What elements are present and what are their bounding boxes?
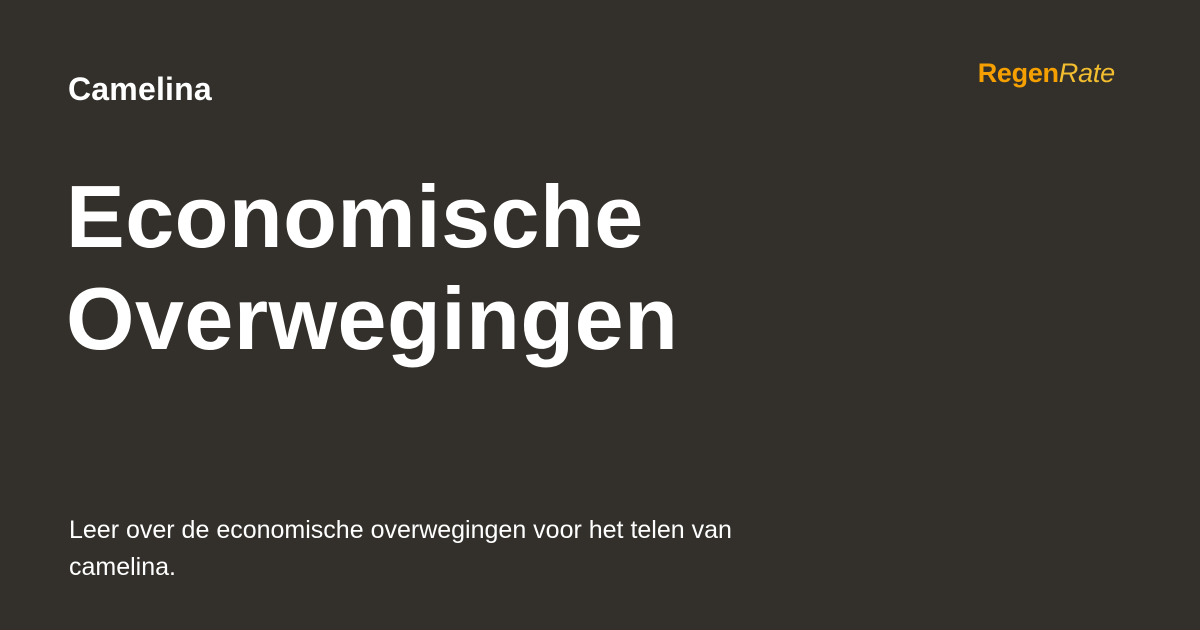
page-title-line-2: Overwegingen	[66, 269, 679, 368]
regenrate-logo: RegenRate	[978, 56, 1115, 90]
logo-rate-text: Rate	[1058, 58, 1115, 88]
page-title-line-1: Economische	[66, 167, 644, 266]
social-share-card: Camelina Economische Overwegingen Leer o…	[0, 0, 1200, 630]
page-title: Economische Overwegingen	[66, 166, 826, 370]
page-description: Leer over de economische overwegingen vo…	[69, 516, 732, 581]
category-label: Camelina	[68, 71, 212, 107]
logo-regen-text: Regen	[977, 58, 1059, 88]
